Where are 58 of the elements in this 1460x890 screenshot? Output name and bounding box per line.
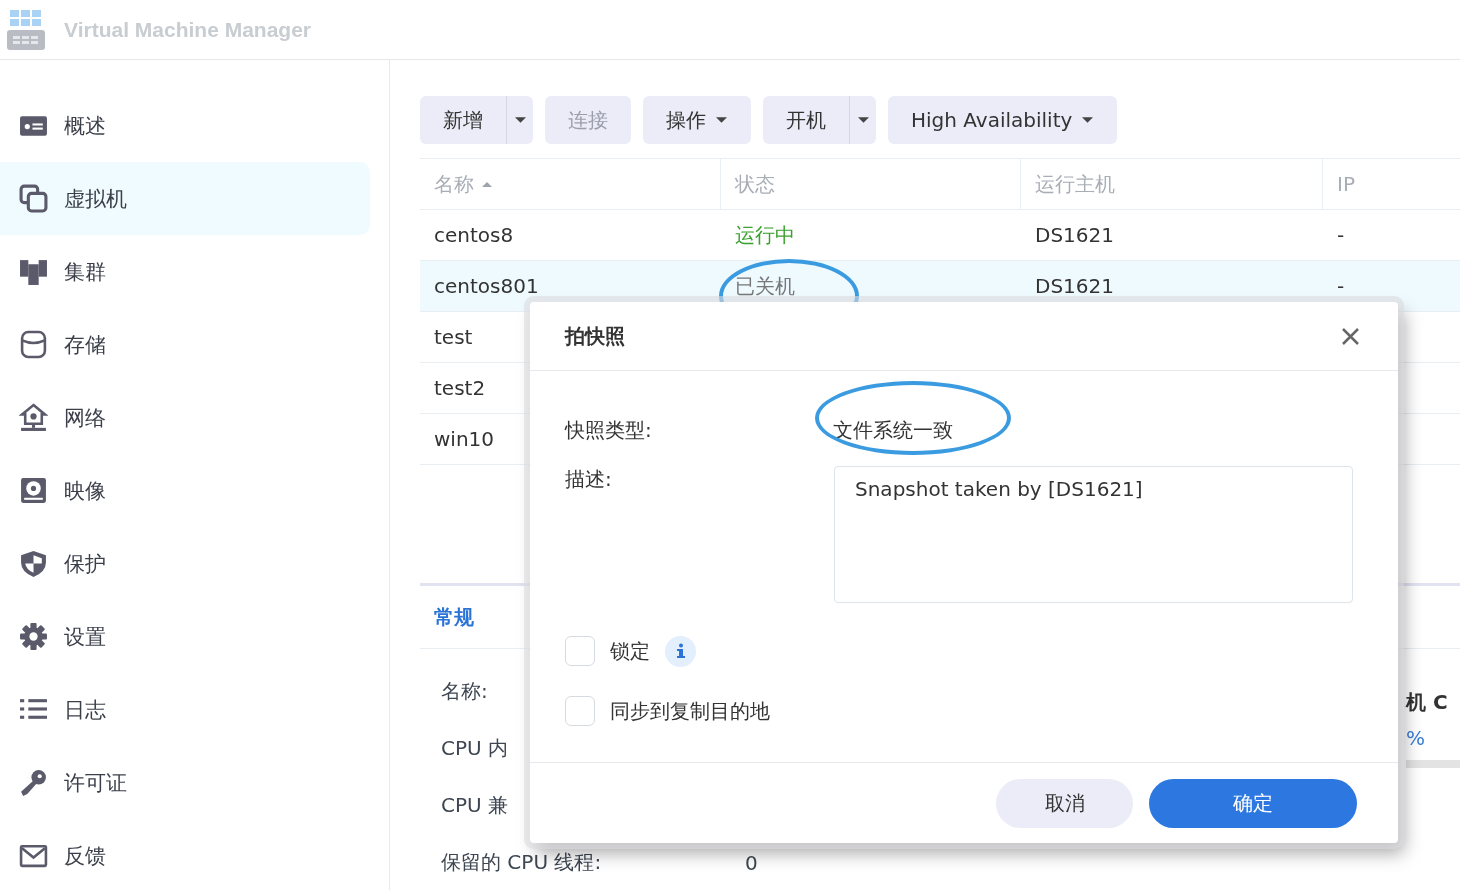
checkbox[interactable] — [565, 636, 595, 666]
key-icon — [19, 768, 48, 797]
confirm-button[interactable]: 确定 — [1149, 778, 1357, 828]
sort-arrow-icon — [482, 181, 492, 187]
caret-icon — [716, 117, 727, 123]
split-button[interactable]: 开机 — [763, 96, 876, 144]
sidebar-item[interactable]: 反馈 — [0, 819, 370, 890]
sidebar-item[interactable]: 概述 — [0, 89, 370, 162]
info-icon[interactable] — [665, 635, 696, 667]
table-cell: win10 — [434, 427, 495, 451]
table-cell: DS1621 — [1035, 274, 1114, 298]
menu-button[interactable]: High Availability — [888, 96, 1118, 144]
menu-button[interactable]: 操作 — [643, 96, 751, 144]
status-cell: 运行中 — [735, 221, 795, 249]
dialog-title: 拍快照 — [565, 322, 625, 350]
sidebar-item[interactable]: 网络 — [0, 381, 370, 454]
usage-bar — [1406, 760, 1460, 768]
table-cell: centos801 — [434, 274, 539, 298]
panel-heading: 机 C — [1406, 689, 1449, 716]
field-label: CPU 兼 — [441, 792, 509, 819]
stacked-windows-icon — [19, 184, 48, 213]
field-value: 0 — [745, 850, 759, 875]
servers-icon — [19, 257, 48, 286]
table-cell: DS1621 — [1035, 223, 1114, 247]
description-field[interactable]: Snapshot taken by [DS1621] — [834, 466, 1353, 603]
table-cell: centos8 — [434, 223, 514, 247]
table-cell: test — [434, 325, 473, 349]
caret-icon — [857, 117, 869, 123]
field-label: 快照类型: — [565, 416, 653, 444]
caret-icon — [514, 117, 526, 123]
sidebar-item[interactable]: 保护 — [0, 527, 370, 600]
shield-icon — [19, 549, 48, 578]
field-label: 保留的 CPU 线程: — [441, 849, 602, 876]
checkbox-label[interactable]: 同步到复制目的地 — [610, 697, 770, 725]
usage-value: % — [1406, 726, 1426, 750]
database-icon — [19, 330, 48, 359]
sidebar-item[interactable]: 映像 — [0, 454, 370, 527]
detail-tab[interactable]: 常规 — [420, 603, 488, 631]
sidebar-item[interactable]: 集群 — [0, 235, 370, 308]
table-cell: - — [1337, 274, 1345, 298]
table-cell: test2 — [434, 376, 486, 400]
close-icon[interactable] — [1341, 326, 1360, 346]
sidebar-item[interactable]: 许可证 — [0, 746, 370, 819]
app-logo-icon — [6, 7, 46, 52]
field-label: CPU 内 — [441, 735, 509, 762]
sidebar-item[interactable]: 虚拟机 — [0, 162, 370, 235]
cancel-button[interactable]: 取消 — [996, 778, 1133, 828]
checkbox[interactable] — [565, 696, 595, 726]
sidebar-item[interactable]: 日志 — [0, 673, 370, 746]
checkbox-label[interactable]: 锁定 — [610, 637, 650, 665]
sidebar-item[interactable]: 设置 — [0, 600, 370, 673]
field-label: 描述: — [565, 466, 613, 493]
network-house-icon — [19, 403, 48, 432]
table-cell: - — [1337, 223, 1345, 247]
split-button[interactable]: 新增 — [420, 96, 533, 144]
sidebar-item[interactable]: 存储 — [0, 308, 370, 381]
caret-icon — [1082, 117, 1094, 123]
field-label: 名称: — [441, 678, 488, 705]
